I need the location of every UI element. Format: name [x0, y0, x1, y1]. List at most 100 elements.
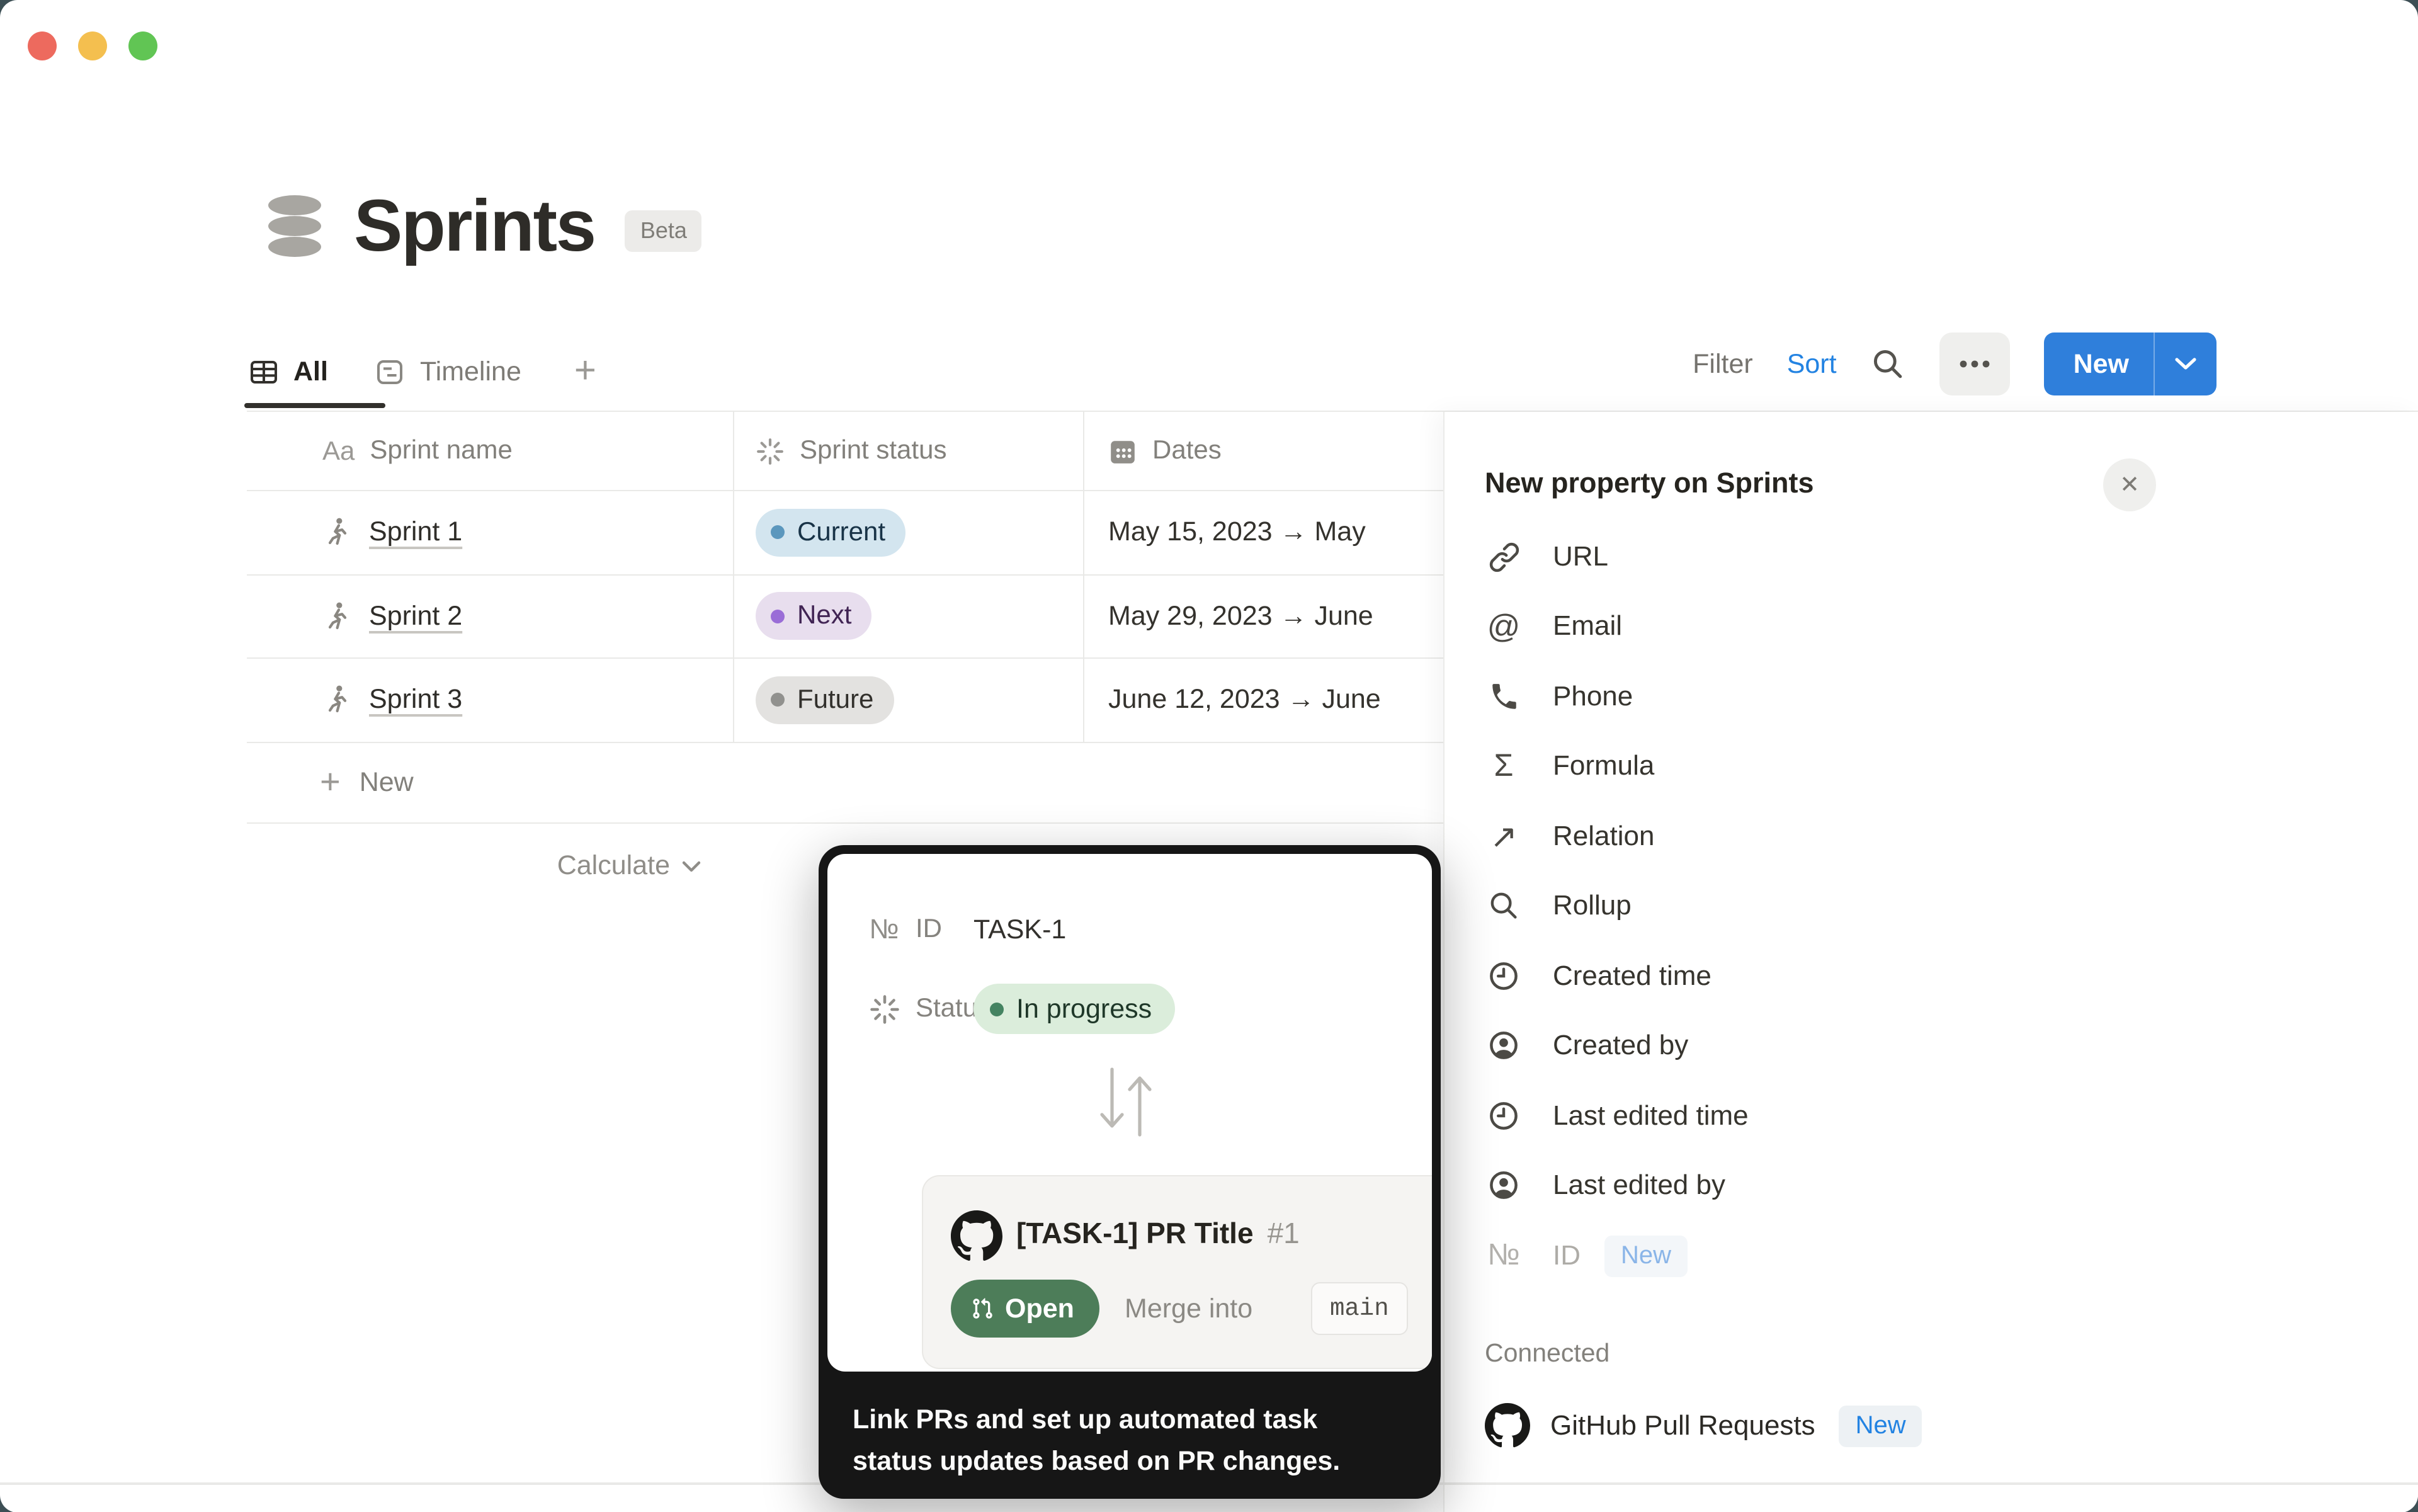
- runner-icon: [322, 517, 353, 549]
- screen: Sprints Beta All: [0, 0, 2418, 1512]
- close-window-button[interactable]: [28, 31, 57, 60]
- clock-icon: [1485, 960, 1523, 992]
- numero-icon: №: [1485, 1241, 1523, 1271]
- view-toolbar: Filter Sort New: [1693, 333, 2216, 395]
- sprint-name-cell[interactable]: Sprint 3: [247, 659, 734, 741]
- sprint-status-cell[interactable]: Future: [734, 659, 1084, 741]
- clock-icon: [1485, 1100, 1523, 1132]
- status-badge: In progress: [973, 984, 1174, 1034]
- new-feature-badge: New: [1839, 1405, 1922, 1447]
- beta-badge: Beta: [625, 210, 702, 252]
- connected-option-github-pull-requests[interactable]: GitHub Pull Requests New: [1485, 1395, 1922, 1456]
- status-spinner-icon: [863, 993, 905, 1025]
- status-dot: [771, 610, 785, 623]
- property-option-label: Last edited by: [1553, 1169, 1725, 1202]
- property-option-formula[interactable]: Σ Formula: [1485, 738, 1654, 793]
- github-integration-tooltip: № ID TASK-1 Status In progress: [819, 845, 1441, 1499]
- new-dropdown-button[interactable]: [2155, 356, 2216, 372]
- property-option-url[interactable]: URL: [1485, 529, 1608, 584]
- status-dot: [771, 526, 785, 540]
- id-field-value: TASK-1: [973, 907, 1066, 952]
- github-icon: [951, 1210, 1002, 1262]
- sprint-status-cell[interactable]: Next: [734, 575, 1084, 657]
- new-property-panel: New property on Sprints ✕ URL @ Email: [1443, 412, 2418, 1512]
- column-label: Sprint status: [800, 436, 946, 466]
- id-field-row: № ID: [863, 907, 942, 952]
- sprint-status-cell[interactable]: Current: [734, 491, 1084, 574]
- phone-icon: [1485, 681, 1523, 712]
- property-option-label: Created by: [1553, 1029, 1688, 1062]
- status-label: Current: [797, 518, 885, 548]
- tab-all[interactable]: All: [249, 356, 328, 387]
- new-button[interactable]: New: [2045, 333, 2216, 395]
- tooltip-caption-line: Link PRs and set up automated task: [853, 1399, 1418, 1441]
- view-tabs: All Timeline +: [249, 335, 596, 408]
- property-option-rollup[interactable]: Rollup: [1485, 878, 1632, 933]
- status-badge[interactable]: Future: [756, 676, 894, 724]
- at-icon: @: [1485, 610, 1523, 642]
- property-option-label: Formula: [1553, 749, 1654, 782]
- calculate-button[interactable]: Calculate: [247, 823, 734, 909]
- close-panel-button[interactable]: ✕: [2103, 458, 2156, 511]
- column-header-sprint-status[interactable]: Sprint status: [734, 412, 1084, 490]
- runner-icon: [322, 601, 353, 632]
- dates-value: June 12, 2023 → June: [1108, 685, 1381, 716]
- magnifier-icon: [1485, 889, 1523, 922]
- column-header-sprint-name[interactable]: Aa Sprint name: [247, 412, 734, 490]
- property-option-email[interactable]: @ Email: [1485, 598, 1622, 654]
- github-icon: [1485, 1403, 1523, 1448]
- sprint-name-cell[interactable]: Sprint 2: [247, 575, 734, 657]
- app-window: Sprints Beta All: [0, 0, 2418, 1512]
- property-option-phone[interactable]: Phone: [1485, 669, 1633, 724]
- property-option-label: ID: [1553, 1239, 1581, 1272]
- more-options-button[interactable]: [1940, 333, 2011, 395]
- person-icon: [1485, 1029, 1523, 1062]
- panel-title: New property on Sprints: [1485, 467, 1814, 500]
- connected-section-label: Connected: [1485, 1339, 1609, 1369]
- new-button-label[interactable]: New: [2045, 348, 2153, 380]
- zoom-window-button[interactable]: [128, 31, 157, 60]
- column-label: Dates: [1152, 436, 1222, 466]
- property-option-created-time[interactable]: Created time: [1485, 948, 1711, 1004]
- status-badge[interactable]: Current: [756, 509, 905, 557]
- add-row-label: New: [360, 766, 414, 798]
- property-option-label: Last edited time: [1553, 1100, 1749, 1132]
- page-title: Sprints: [354, 184, 595, 268]
- property-option-label: Email: [1553, 610, 1622, 642]
- id-field-label: ID: [916, 914, 942, 945]
- property-option-relation[interactable]: ↗ Relation: [1485, 809, 1654, 864]
- new-feature-badge: New: [1604, 1235, 1688, 1276]
- property-option-last-edited-by[interactable]: Last edited by: [1485, 1157, 1725, 1213]
- git-pull-request-icon: [971, 1297, 994, 1320]
- sprint-name-link[interactable]: Sprint 1: [369, 517, 462, 549]
- sprint-name-link[interactable]: Sprint 2: [369, 601, 462, 632]
- property-option-id[interactable]: № ID New: [1485, 1228, 1688, 1283]
- status-label: Next: [797, 601, 851, 632]
- pr-number: #1: [1268, 1217, 1300, 1251]
- status-dot: [771, 693, 785, 707]
- tab-all-label: All: [293, 356, 328, 387]
- dates-value: May 29, 2023 → June: [1108, 601, 1373, 632]
- status-spinner-icon: [756, 436, 785, 465]
- property-option-label: Phone: [1553, 680, 1633, 713]
- column-label: Sprint name: [370, 436, 512, 466]
- property-option-label: Relation: [1553, 820, 1654, 853]
- arrow-up-right-icon: ↗: [1485, 820, 1523, 853]
- property-option-label: Created time: [1553, 960, 1711, 992]
- filter-button[interactable]: Filter: [1693, 348, 1753, 380]
- property-option-label: Rollup: [1553, 889, 1632, 922]
- database-icon: [266, 193, 324, 259]
- property-option-last-edited-time[interactable]: Last edited time: [1485, 1088, 1749, 1144]
- add-view-button[interactable]: +: [574, 353, 596, 390]
- minimize-window-button[interactable]: [78, 31, 107, 60]
- plus-icon: +: [320, 762, 341, 802]
- search-icon[interactable]: [1871, 346, 1906, 382]
- chevron-down-icon: [2174, 356, 2198, 372]
- tab-timeline[interactable]: Timeline: [376, 356, 521, 387]
- sprint-name-link[interactable]: Sprint 3: [369, 685, 462, 716]
- sprint-name-cell[interactable]: Sprint 1: [247, 491, 734, 574]
- sort-button[interactable]: Sort: [1787, 348, 1837, 380]
- property-option-created-by[interactable]: Created by: [1485, 1018, 1688, 1073]
- tab-timeline-label: Timeline: [420, 356, 521, 387]
- status-badge[interactable]: Next: [756, 593, 871, 640]
